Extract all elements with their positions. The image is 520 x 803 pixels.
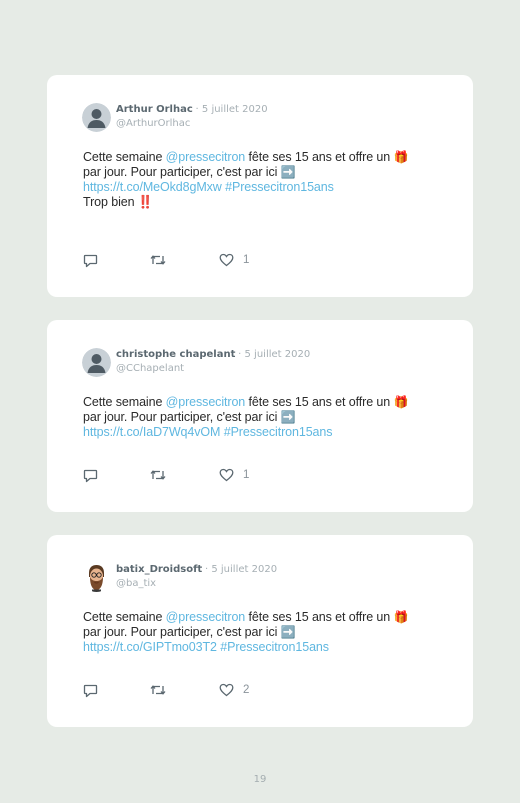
text-mid: fête ses 15 ans et offre un bbox=[245, 150, 394, 164]
reply-icon bbox=[83, 684, 98, 697]
tweet-text: Cette semaine @pressecitron fête ses 15 … bbox=[83, 610, 443, 655]
text-line2: par jour. Pour participer, c'est par ici bbox=[83, 410, 281, 424]
like-count: 2 bbox=[243, 684, 250, 696]
reply-icon bbox=[83, 469, 98, 482]
mention-link[interactable]: @pressecitron bbox=[166, 150, 246, 164]
author-row: Arthur Orlhac · 5 juillet 2020 bbox=[116, 104, 268, 116]
avatar[interactable] bbox=[82, 103, 111, 132]
text-line2: par jour. Pour participer, c'est par ici bbox=[83, 625, 281, 639]
like-button[interactable]: 1 bbox=[219, 252, 249, 268]
author-name[interactable]: Arthur Orlhac bbox=[116, 104, 193, 115]
author-name[interactable]: batix_Droidsoft bbox=[116, 564, 202, 575]
text-mid: fête ses 15 ans et offre un bbox=[245, 610, 394, 624]
hashtag-link[interactable]: #Pressecitron15ans bbox=[225, 180, 334, 194]
text-line2: par jour. Pour participer, c'est par ici bbox=[83, 165, 281, 179]
author-name[interactable]: christophe chapelant bbox=[116, 349, 235, 360]
heart-icon bbox=[219, 683, 234, 697]
tweet-link[interactable]: https://t.co/IaD7Wq4vOM bbox=[83, 425, 220, 439]
like-button[interactable]: 2 bbox=[219, 682, 249, 698]
reply-button[interactable] bbox=[83, 252, 98, 268]
reply-button[interactable] bbox=[83, 467, 98, 483]
tweet-date[interactable]: · 5 juillet 2020 bbox=[205, 564, 277, 575]
page-number: 19 bbox=[253, 774, 267, 785]
arrow-emoji: ➡️ bbox=[280, 165, 296, 179]
mention-link[interactable]: @pressecitron bbox=[166, 395, 246, 409]
arrow-emoji: ➡️ bbox=[280, 410, 296, 424]
tweet-link[interactable]: https://t.co/GIPTmo03T2 bbox=[83, 640, 217, 654]
tweet-date[interactable]: · 5 juillet 2020 bbox=[196, 104, 268, 115]
hashtag-link[interactable]: #Pressecitron15ans bbox=[220, 640, 329, 654]
default-avatar-icon bbox=[82, 348, 111, 377]
bearded-man-avatar-icon bbox=[82, 563, 111, 592]
heart-icon bbox=[219, 253, 234, 267]
tweet-extra-text: Trop bien ‼️ bbox=[83, 195, 154, 209]
retweet-icon bbox=[150, 255, 166, 265]
like-count: 1 bbox=[243, 469, 250, 481]
text-mid: fête ses 15 ans et offre un bbox=[245, 395, 394, 409]
reply-icon bbox=[83, 254, 98, 267]
tweet-date[interactable]: · 5 juillet 2020 bbox=[238, 349, 310, 360]
author-handle[interactable]: @ArthurOrlhac bbox=[116, 118, 190, 130]
retweet-icon bbox=[150, 685, 166, 695]
reply-button[interactable] bbox=[83, 682, 98, 698]
hashtag-link[interactable]: #Pressecitron15ans bbox=[224, 425, 333, 439]
tweet-card: Arthur Orlhac · 5 juillet 2020 @ArthurOr… bbox=[47, 75, 473, 297]
tweet-card: christophe chapelant · 5 juillet 2020 @C… bbox=[47, 320, 473, 512]
tweet-actions: 2 bbox=[83, 682, 383, 698]
avatar[interactable] bbox=[82, 563, 111, 592]
gift-emoji: 🎁 bbox=[393, 610, 409, 624]
author-row: batix_Droidsoft · 5 juillet 2020 bbox=[116, 564, 277, 576]
gift-emoji: 🎁 bbox=[393, 395, 409, 409]
tweet-actions: 1 bbox=[83, 467, 383, 483]
text-prefix: Cette semaine bbox=[83, 610, 166, 624]
like-button[interactable]: 1 bbox=[219, 467, 249, 483]
tweet-card: batix_Droidsoft · 5 juillet 2020 @ba_tix… bbox=[47, 535, 473, 727]
like-count: 1 bbox=[243, 254, 250, 266]
gift-emoji: 🎁 bbox=[393, 150, 409, 164]
tweet-text: Cette semaine @pressecitron fête ses 15 … bbox=[83, 150, 443, 210]
text-prefix: Cette semaine bbox=[83, 395, 166, 409]
tweet-text: Cette semaine @pressecitron fête ses 15 … bbox=[83, 395, 443, 440]
tweet-link[interactable]: https://t.co/MeOkd8gMxw bbox=[83, 180, 222, 194]
text-prefix: Cette semaine bbox=[83, 150, 166, 164]
retweet-button[interactable] bbox=[150, 252, 166, 268]
arrow-emoji: ➡️ bbox=[280, 625, 296, 639]
author-row: christophe chapelant · 5 juillet 2020 bbox=[116, 349, 310, 361]
retweet-icon bbox=[150, 470, 166, 480]
mention-link[interactable]: @pressecitron bbox=[166, 610, 246, 624]
avatar[interactable] bbox=[82, 348, 111, 377]
default-avatar-icon bbox=[82, 103, 111, 132]
retweet-button[interactable] bbox=[150, 467, 166, 483]
tweet-actions: 1 bbox=[83, 252, 383, 268]
author-handle[interactable]: @CChapelant bbox=[116, 363, 184, 375]
author-handle[interactable]: @ba_tix bbox=[116, 578, 156, 590]
heart-icon bbox=[219, 468, 234, 482]
retweet-button[interactable] bbox=[150, 682, 166, 698]
